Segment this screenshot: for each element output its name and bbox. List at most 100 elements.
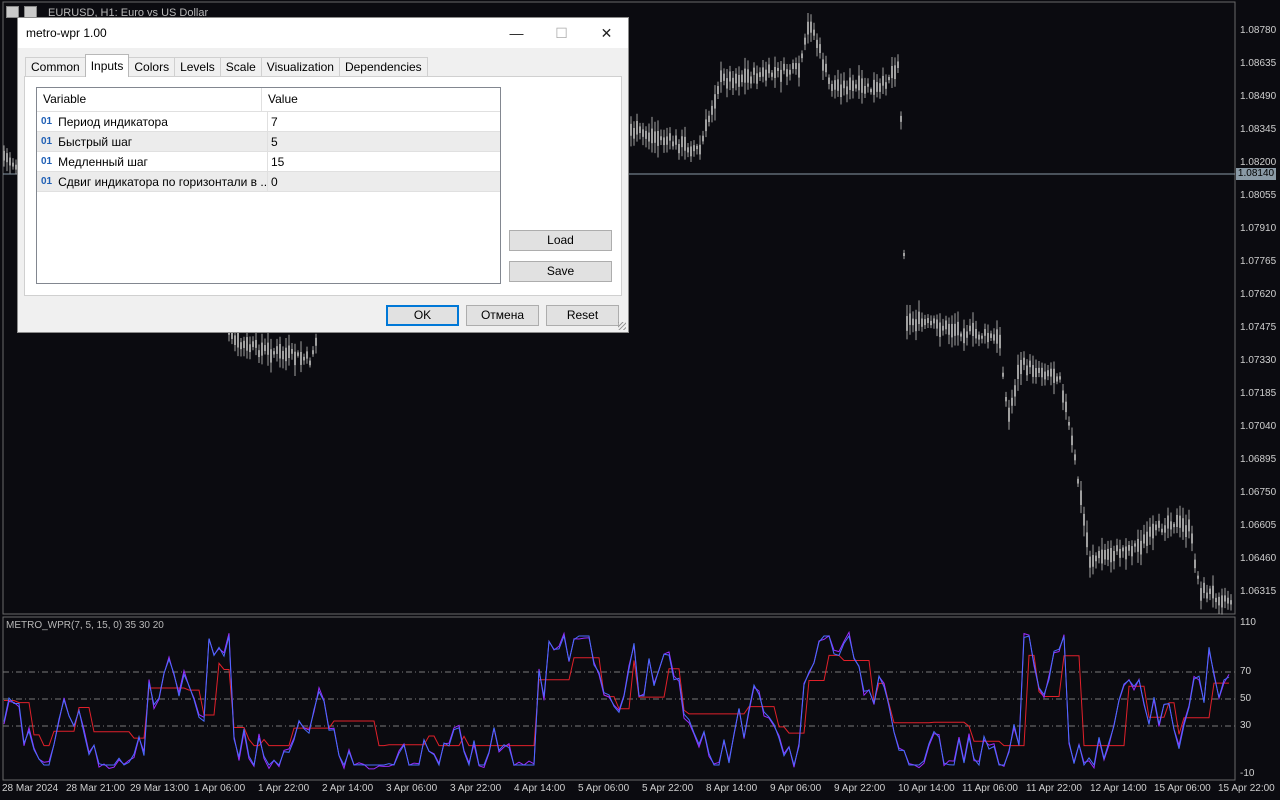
candle-body [1104,549,1106,560]
candle-body [1200,588,1202,601]
candle-body [732,77,734,89]
tab-colors[interactable]: Colors [128,57,176,77]
candle-body [882,75,884,86]
candle-body [939,322,941,337]
candle-body [1137,538,1139,552]
dialog-titlebar[interactable]: metro-wpr 1.00 — ☐ ✕ [18,18,628,48]
candle-body [1029,360,1031,368]
ok-button[interactable]: OK [386,305,459,326]
table-row[interactable]: 01 Быстрый шаг 5 [37,132,500,152]
cancel-button[interactable]: Отмена [466,305,539,326]
candle-body [303,356,305,361]
table-row[interactable]: 01 Медленный шаг 15 [37,152,500,172]
candle-body [888,76,890,81]
close-button[interactable]: ✕ [584,18,629,48]
candle-body [762,67,764,77]
column-header-variable[interactable]: Variable [37,88,262,111]
candle-body [720,70,722,83]
candle-body [879,83,881,92]
price-tick-label: 1.07475 [1240,322,1277,333]
candle-body [3,150,5,161]
candle-body [891,65,893,79]
price-tick-label: 1.07040 [1240,421,1277,432]
candle-body [1209,588,1211,595]
candle-body [1044,371,1046,380]
candle-body [1002,372,1004,377]
candle-body [864,85,866,94]
oscillator-tick-label: 110 [1240,617,1256,628]
candle-body [741,74,743,83]
candle-body [1128,545,1130,551]
maximize-button[interactable]: ☐ [539,18,584,48]
candle-body [1131,546,1133,557]
candle-body [702,135,704,142]
price-tick-label: 1.07765 [1240,256,1277,267]
candle-body [1062,390,1064,403]
tab-visualization[interactable]: Visualization [260,57,340,77]
tab-scale[interactable]: Scale [219,57,262,77]
candle-body [1125,546,1127,560]
time-tick-label: 12 Apr 14:00 [1090,783,1147,794]
param-value[interactable]: 7 [268,112,500,131]
candle-body [873,79,875,95]
oscillator-tick-label: 70 [1240,666,1252,677]
minimize-button[interactable]: — [494,18,539,48]
load-button[interactable]: Load [509,230,612,251]
tab-levels[interactable]: Levels [174,57,221,77]
param-value[interactable]: 15 [268,152,500,171]
time-tick-label: 11 Apr 22:00 [1026,783,1082,794]
table-row[interactable]: 01 Сдвиг индикатора по горизонтали в ... … [37,172,500,192]
candle-body [918,311,920,325]
candle-body [1119,548,1121,558]
candle-body [909,313,911,325]
candle-body [834,80,836,90]
candle-body [1011,397,1013,406]
candle-body [705,119,707,132]
time-tick-label: 9 Apr 06:00 [770,783,822,794]
price-tick-label: 1.08780 [1240,25,1277,36]
save-button[interactable]: Save [509,261,612,282]
candle-body [678,144,680,154]
candle-body [915,319,917,332]
candle-body [1206,592,1208,599]
candle-body [930,320,932,326]
candle-body [6,153,8,163]
resize-grip-icon[interactable] [618,322,626,330]
candle-body [954,323,956,336]
tab-inputs[interactable]: Inputs [84,54,130,77]
param-value[interactable]: 0 [268,172,500,191]
candle-body [1020,359,1022,375]
candle-body [981,335,983,339]
candle-body [825,63,827,73]
candle-body [750,76,752,84]
candle-body [897,61,899,69]
tab-dependencies[interactable]: Dependencies [338,57,428,77]
price-tick-label: 1.06750 [1240,487,1277,498]
oscillator-tick-label: 30 [1240,720,1252,731]
candle-body [1038,367,1040,374]
column-header-value[interactable]: Value [262,88,500,111]
tab-common[interactable]: Common [25,57,86,77]
candle-body [1083,513,1085,526]
reset-button[interactable]: Reset [546,305,619,326]
candle-body [1218,596,1220,606]
candle-body [294,351,296,366]
candle-body [1122,547,1124,552]
candle-body [804,37,806,45]
candle-body [690,146,692,157]
candle-body [1089,556,1091,568]
candle-body [951,323,953,338]
candle-body [282,350,284,360]
candle-body [960,333,962,337]
candle-body [651,128,653,144]
candle-body [984,329,986,336]
candle-body [816,39,818,48]
candle-body [312,350,314,355]
param-value[interactable]: 5 [268,132,500,151]
int-param-icon: 01 [41,156,53,167]
int-param-icon: 01 [41,136,53,147]
table-row[interactable]: 01 Период индикатора 7 [37,112,500,132]
candle-body [699,144,701,155]
price-tick-label: 1.08490 [1240,91,1277,102]
candle-body [894,65,896,80]
